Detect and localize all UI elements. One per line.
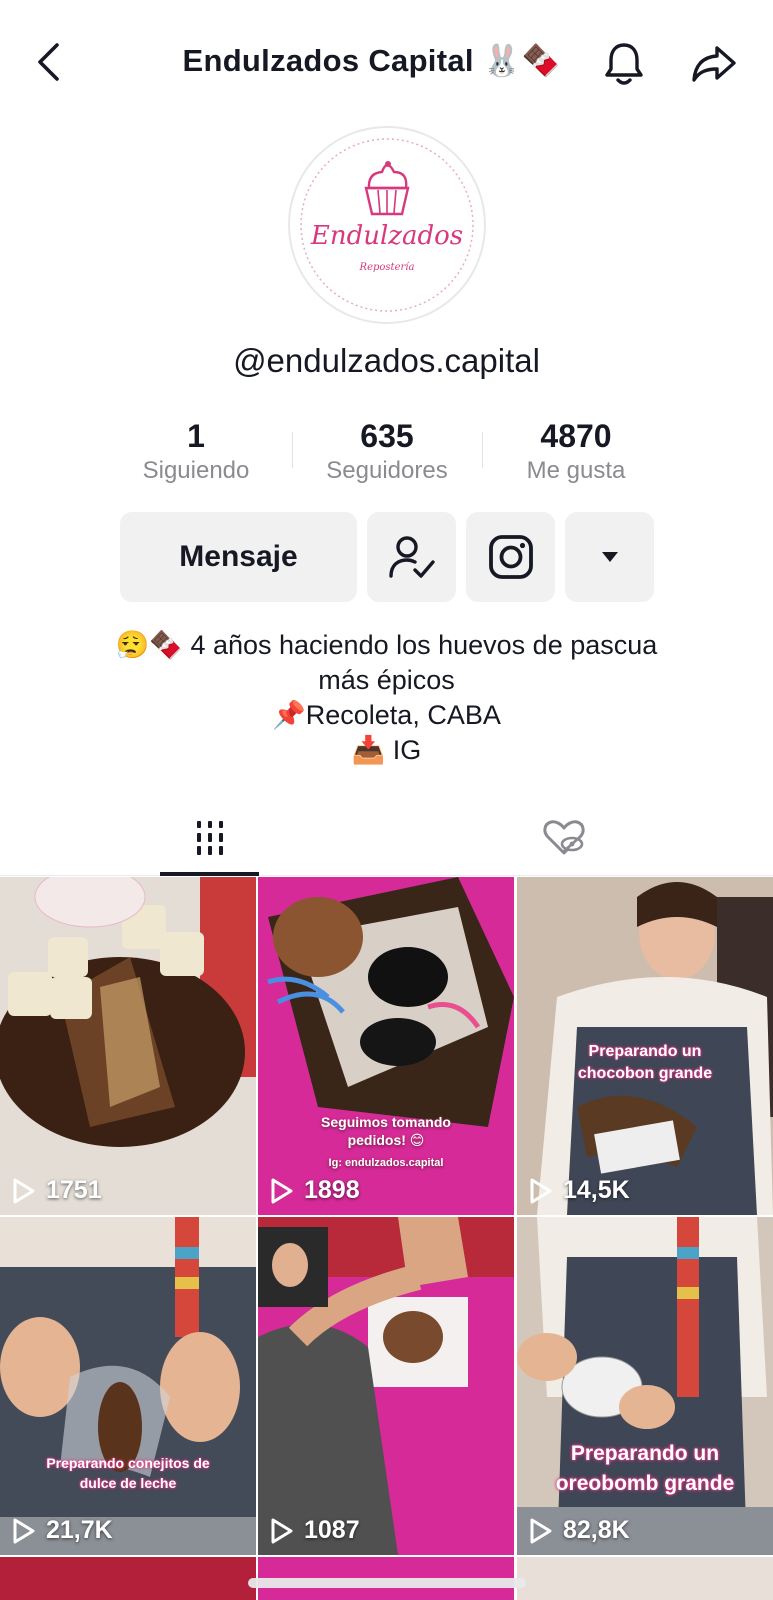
view-count-text: 1087 <box>304 1516 360 1544</box>
stat-following[interactable]: 1 Siguiendo <box>101 416 291 486</box>
play-icon <box>271 1518 293 1543</box>
play-icon <box>13 1518 35 1543</box>
notification-bell-button[interactable] <box>600 40 648 88</box>
view-count: 82,8K <box>529 1516 630 1545</box>
play-icon <box>271 1178 293 1203</box>
view-count-text: 1751 <box>46 1176 102 1204</box>
bell-icon <box>605 43 643 85</box>
play-icon <box>13 1178 35 1203</box>
profile-bio: 😮‍💨🍫 4 años haciendo los huevos de pascu… <box>0 628 773 768</box>
stat-following-label: Siguiendo <box>142 457 250 484</box>
video-caption: Seguimos tomando pedidos! 😊 <box>321 1114 451 1148</box>
bio-line: 😮‍💨🍫 4 años haciendo los huevos de pascu… <box>115 630 658 660</box>
play-icon <box>530 1518 552 1543</box>
stat-likes: 4870 Me gusta <box>481 416 671 486</box>
profile-stats: 1 Siguiendo 635 Seguidores 4870 Me gusta <box>0 416 773 488</box>
video-tile[interactable]: 1751 <box>0 877 256 1215</box>
liked-hidden-icon <box>543 820 585 855</box>
video-caption: Preparando un oreobomb grande <box>555 1442 735 1495</box>
profile-tabs <box>0 800 773 876</box>
message-button[interactable]: Mensaje <box>120 512 357 602</box>
view-count: 14,5K <box>529 1176 630 1205</box>
view-count: 1898 <box>270 1176 360 1205</box>
home-indicator <box>248 1578 526 1588</box>
profile-header: Endulzados Capital 🐰🍫 <box>0 0 773 126</box>
view-count-text: 14,5K <box>563 1176 630 1204</box>
username: @endulzados.capital <box>233 342 540 379</box>
view-count-text: 21,7K <box>46 1516 113 1544</box>
page-title-text: Endulzados Capital 🐰🍫 <box>182 43 561 78</box>
video-tile[interactable]: Seguimos tomando pedidos! 😊 Ig: endulzad… <box>258 877 514 1215</box>
profile-actions: Mensaje <box>0 512 773 602</box>
stat-following-value: 1 <box>187 418 205 454</box>
stat-likes-value: 4870 <box>540 418 612 454</box>
view-count-text: 82,8K <box>563 1516 630 1544</box>
video-tile[interactable]: Preparando conejitos de dulce de leche 2… <box>0 1217 256 1555</box>
more-options-button[interactable] <box>565 512 654 602</box>
instagram-icon <box>488 535 533 579</box>
video-caption: Preparando conejitos de dulce de leche <box>46 1455 210 1491</box>
stat-followers-label: Seguidores <box>326 457 448 484</box>
brand-logo-subtext: Repostería <box>359 262 415 273</box>
person-check-icon <box>388 536 435 578</box>
instagram-button[interactable] <box>466 512 555 602</box>
tab-liked[interactable] <box>514 800 614 876</box>
share-button[interactable] <box>690 40 738 88</box>
stat-likes-label: Me gusta <box>526 457 626 484</box>
page-title: Endulzados Capital 🐰🍫 <box>0 42 773 79</box>
view-count: 1751 <box>12 1176 102 1205</box>
view-count: 21,7K <box>12 1516 113 1545</box>
stat-followers-value: 635 <box>360 418 414 454</box>
grid-icon <box>197 821 223 855</box>
caret-down-icon <box>601 552 618 562</box>
video-tile[interactable] <box>0 1557 256 1600</box>
video-tile[interactable]: Preparando un chocobon grande 14,5K <box>517 877 773 1215</box>
view-count-text: 1898 <box>304 1176 360 1204</box>
share-arrow-icon <box>692 46 736 82</box>
video-caption: Preparando un chocobon grande <box>577 1043 713 1082</box>
tab-videos[interactable] <box>160 800 260 876</box>
video-tile[interactable]: 1087 <box>258 1217 514 1555</box>
bio-line: más épicos <box>318 665 455 695</box>
cupcake-logo-icon <box>364 161 410 216</box>
following-status-button[interactable] <box>367 512 456 602</box>
active-tab-indicator <box>160 872 259 876</box>
play-icon <box>530 1178 552 1203</box>
profile-avatar[interactable]: Endulzados Repostería <box>288 126 486 324</box>
view-count: 1087 <box>270 1516 360 1545</box>
bio-line[interactable]: 📥 IG <box>0 733 773 768</box>
brand-logo-text: Endulzados <box>310 221 463 251</box>
video-tile[interactable]: Preparando un oreobomb grande 82,8K <box>517 1217 773 1555</box>
video-tile[interactable] <box>517 1557 773 1600</box>
stat-followers[interactable]: 635 Seguidores <box>292 416 482 486</box>
video-caption-secondary: Ig: endulzados.capital <box>328 1157 444 1169</box>
bio-line: 📌Recoleta, CABA <box>272 700 501 730</box>
